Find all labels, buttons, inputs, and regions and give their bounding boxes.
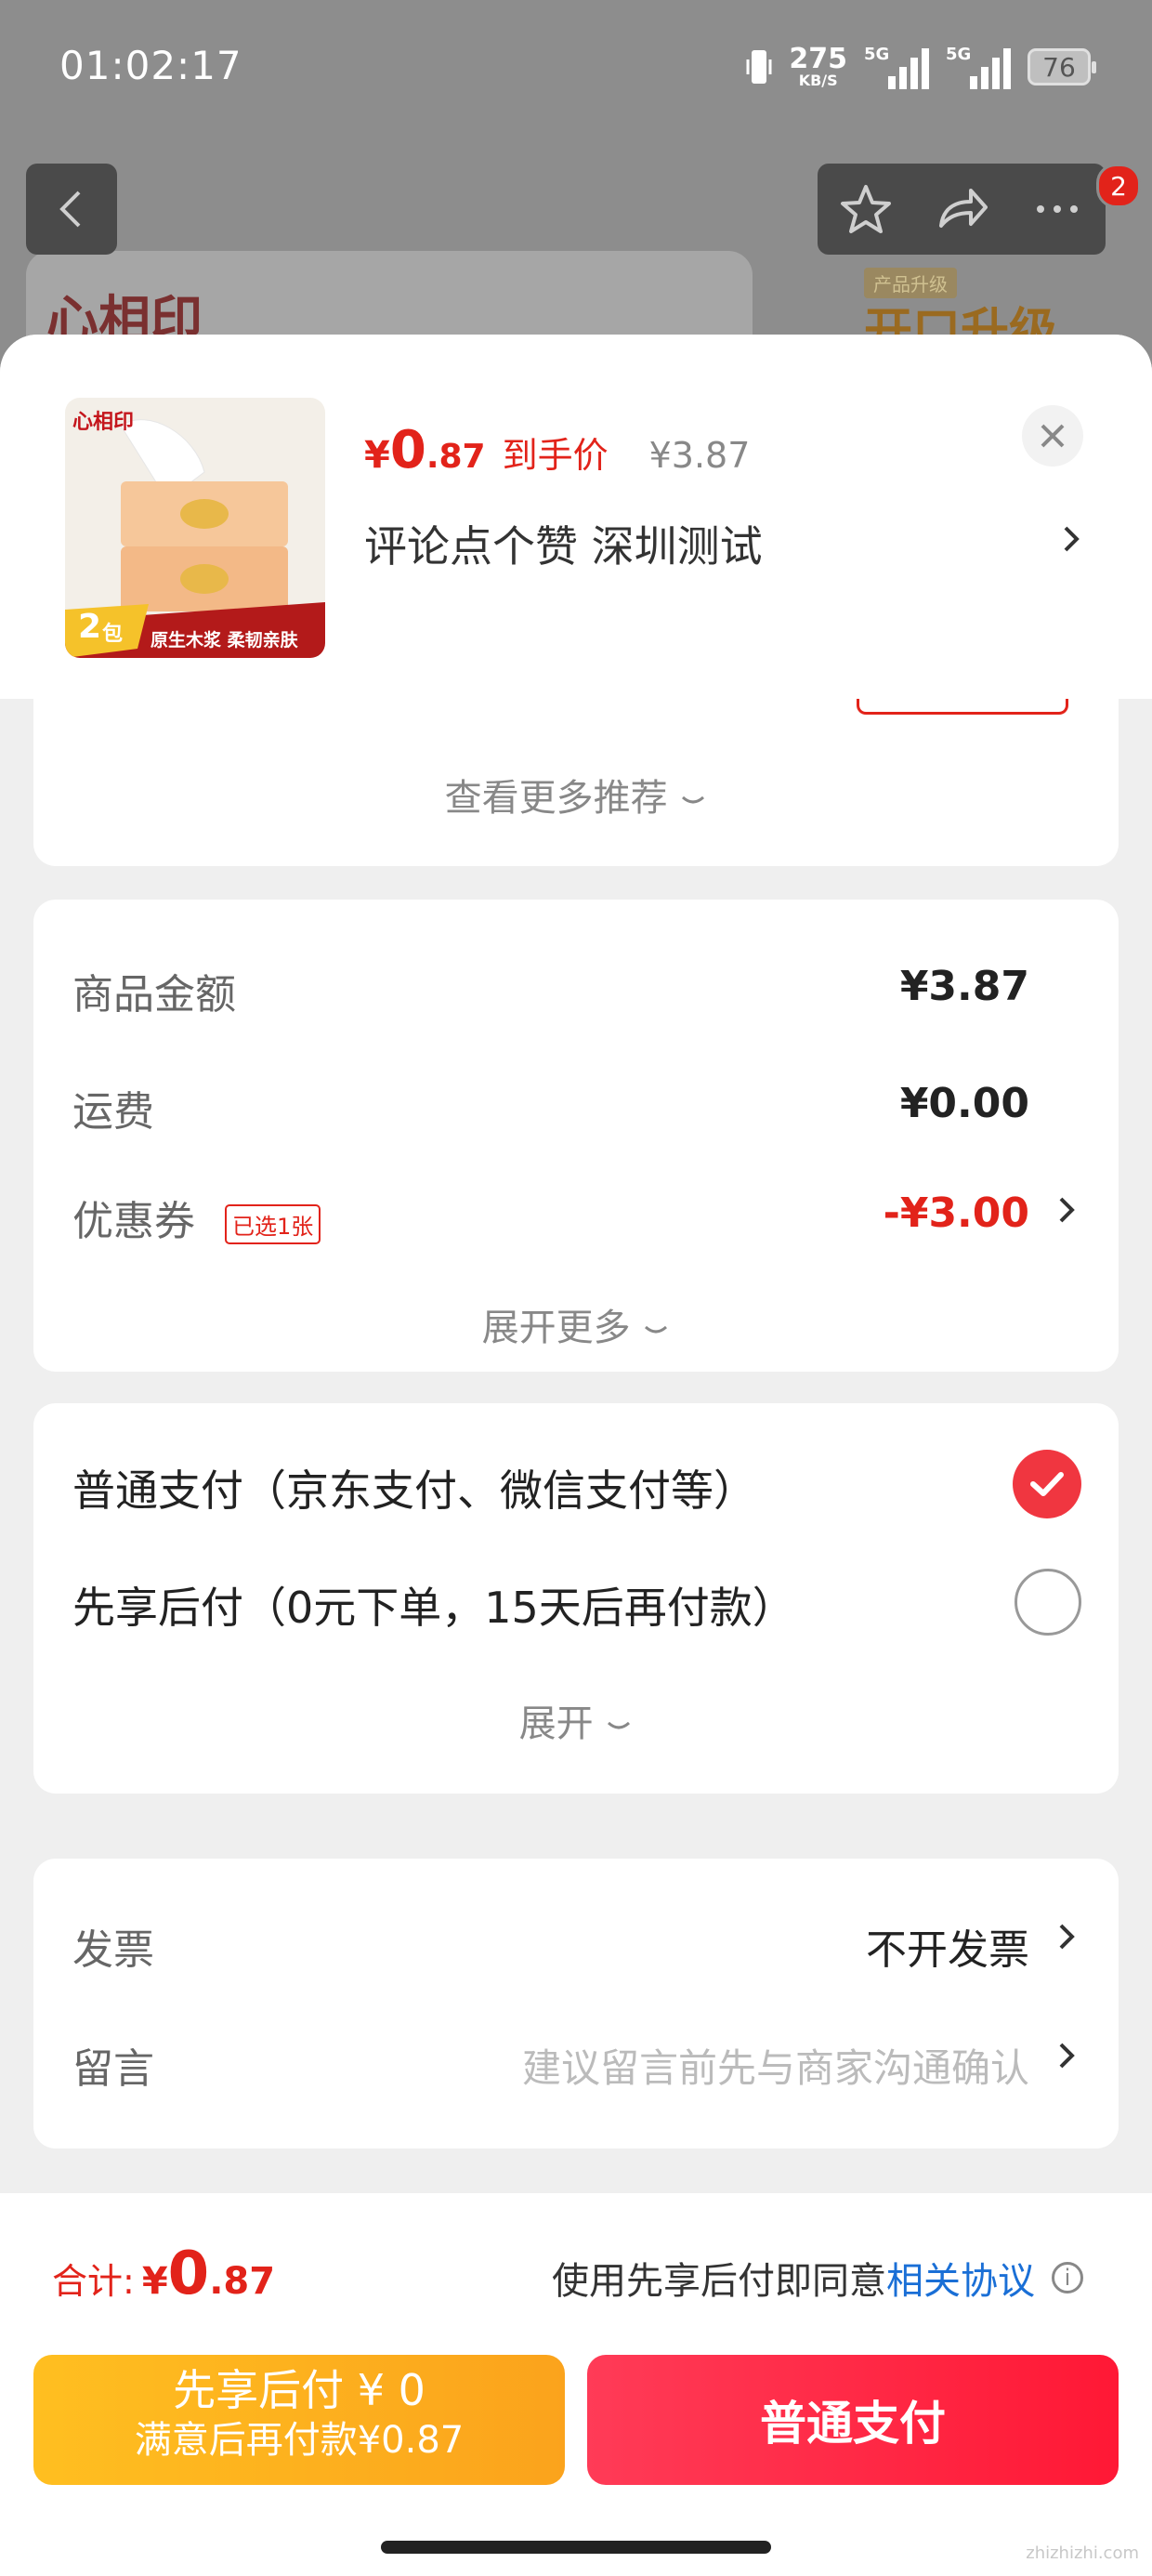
status-time: 01:02:17 xyxy=(59,43,242,88)
product-thumbnail: 心相印 2 包 原生木浆 柔韧亲肤 xyxy=(65,398,325,658)
signal-icon-1: 5G xyxy=(864,45,929,89)
radio-selected[interactable] xyxy=(1013,1450,1081,1518)
invoice-chevron-icon[interactable] xyxy=(1054,1916,1081,1957)
chevron-left-icon xyxy=(59,191,81,228)
bnpl-button-title: 先享后付 ¥ 0 xyxy=(173,2365,425,2415)
recommend-card: 查看更多推荐 xyxy=(33,699,1119,866)
message-label: 留言 xyxy=(72,2045,154,2093)
signal-1-label: 5G xyxy=(864,45,890,64)
shipping-label: 运费 xyxy=(72,1088,154,1136)
coupon-label: 优惠券 xyxy=(72,1198,195,1245)
chevron-down-icon xyxy=(608,1721,631,1729)
close-icon xyxy=(1041,424,1065,448)
recommend-item-stub[interactable] xyxy=(857,699,1068,715)
agreement-notice: 使用先享后付即同意 相关协议 i xyxy=(552,2251,1083,2305)
see-more-label: 查看更多推荐 xyxy=(444,777,668,820)
checkmark-icon xyxy=(1030,1472,1064,1496)
expand-payment-label: 展开 xyxy=(518,1702,594,1745)
normal-pay-button[interactable]: 普通支付 xyxy=(587,2355,1119,2485)
coupon-selected-badge: 已选1张 xyxy=(225,1204,321,1244)
coupon-value[interactable]: -¥3.00 xyxy=(884,1189,1029,1237)
price-currency: ¥ xyxy=(364,434,390,477)
final-price-label: 到手价 xyxy=(502,435,609,476)
status-icons: 275 KB/S 5G 5G 76 xyxy=(746,39,1096,95)
net-speed-unit: KB/S xyxy=(798,72,838,89)
goods-amount-label: 商品金额 xyxy=(72,971,236,1019)
back-button[interactable] xyxy=(26,164,117,255)
bnpl-button-subtitle: 满意后再付款¥0.87 xyxy=(134,2419,465,2462)
total-currency: ¥ xyxy=(141,2260,168,2303)
price-integer: 0 xyxy=(389,420,426,480)
original-price: ¥3.87 xyxy=(648,435,751,476)
chevron-right-icon[interactable] xyxy=(1054,513,1092,565)
bnpl-pay-button[interactable]: 先享后付 ¥ 0 满意后再付款¥0.87 xyxy=(33,2355,565,2485)
vibrate-icon xyxy=(746,50,772,84)
info-icon[interactable]: i xyxy=(1052,2262,1083,2293)
expand-more-label: 展开更多 xyxy=(481,1307,631,1349)
goods-amount-value: ¥3.87 xyxy=(899,963,1029,1010)
signal-2-label: 5G xyxy=(946,45,972,64)
radio-unselected[interactable] xyxy=(1015,1569,1081,1636)
star-icon[interactable] xyxy=(838,181,894,237)
pay-option-normal[interactable]: 普通支付（京东支付、微信支付等） xyxy=(72,1457,756,1518)
watermark: zhizhizhi.com xyxy=(1026,2543,1139,2563)
agreement-link[interactable]: 相关协议 xyxy=(886,2251,1035,2305)
battery-icon: 76 xyxy=(1028,48,1096,85)
thumb-brand: 心相印 xyxy=(72,411,135,434)
pay-option-bnpl[interactable]: 先享后付（0元下单，15天后再付款） xyxy=(72,1574,795,1636)
see-more-recommend[interactable]: 查看更多推荐 xyxy=(33,768,1119,821)
total-label: 合计: xyxy=(52,2261,135,2302)
thumb-slogan: 原生木浆 柔韧亲肤 xyxy=(151,630,298,651)
total-integer: 0 xyxy=(167,2240,210,2308)
cart-badge: 2 xyxy=(1096,164,1141,208)
status-bar: 01:02:17 275 KB/S 5G 5G 76 xyxy=(0,0,1152,139)
share-icon[interactable] xyxy=(934,181,989,237)
checkout-sheet: 心相印 2 包 原生木浆 柔韧亲肤 ¥ 0 .87 到手价 ¥3.87 评论点个… xyxy=(0,335,1152,2576)
battery-level: 76 xyxy=(1042,51,1076,83)
close-button[interactable] xyxy=(1022,405,1083,467)
invoice-label: 发票 xyxy=(72,1926,154,1974)
agreement-text: 使用先享后付即同意 xyxy=(552,2260,886,2303)
chevron-down-icon xyxy=(682,795,705,804)
thumb-count: 2 xyxy=(78,608,102,646)
product-summary: 心相印 2 包 原生木浆 柔韧亲肤 ¥ 0 .87 到手价 ¥3.87 评论点个… xyxy=(0,335,1152,699)
net-speed-value: 275 xyxy=(789,43,847,75)
thumb-count-unit: 包 xyxy=(102,623,124,646)
shipping-value: ¥0.00 xyxy=(899,1080,1029,1127)
amount-card: 商品金额 ¥3.87 运费 ¥0.00 优惠券 已选1张 -¥3.00 展开更多 xyxy=(33,900,1119,1372)
checkout-bar: 合计: ¥ 0 .87 使用先享后付即同意 相关协议 i 先享后付 ¥ 0 满意… xyxy=(0,2193,1152,2576)
top-actions xyxy=(818,164,1106,255)
extras-card: 发票 不开发票 留言 建议留言前先与商家沟通确认 xyxy=(33,1859,1119,2149)
spec-selector[interactable]: 评论点个赞 深圳测试 xyxy=(364,513,763,574)
chevron-down-icon xyxy=(645,1325,668,1334)
price-row: ¥ 0 .87 到手价 ¥3.87 xyxy=(364,420,750,480)
total-price: 合计: ¥ 0 .87 xyxy=(52,2240,275,2308)
net-speed: 275 KB/S xyxy=(789,46,847,88)
price-decimal: .87 xyxy=(425,438,486,476)
coupon-chevron-icon[interactable] xyxy=(1054,1189,1081,1230)
expand-payment-options[interactable]: 展开 xyxy=(33,1693,1119,1747)
invoice-value[interactable]: 不开发票 xyxy=(866,1916,1029,1976)
payment-method-card: 普通支付（京东支付、微信支付等） 先享后付（0元下单，15天后再付款） 展开 xyxy=(33,1403,1119,1794)
signal-icon-2: 5G xyxy=(946,45,1011,89)
home-indicator[interactable] xyxy=(381,2541,771,2554)
message-chevron-icon[interactable] xyxy=(1054,2035,1081,2076)
expand-more-amounts[interactable]: 展开更多 xyxy=(33,1297,1119,1351)
message-input[interactable]: 建议留言前先与商家沟通确认 xyxy=(522,2037,1029,2094)
total-decimal: .87 xyxy=(209,2260,276,2303)
more-icon[interactable] xyxy=(1029,181,1085,237)
